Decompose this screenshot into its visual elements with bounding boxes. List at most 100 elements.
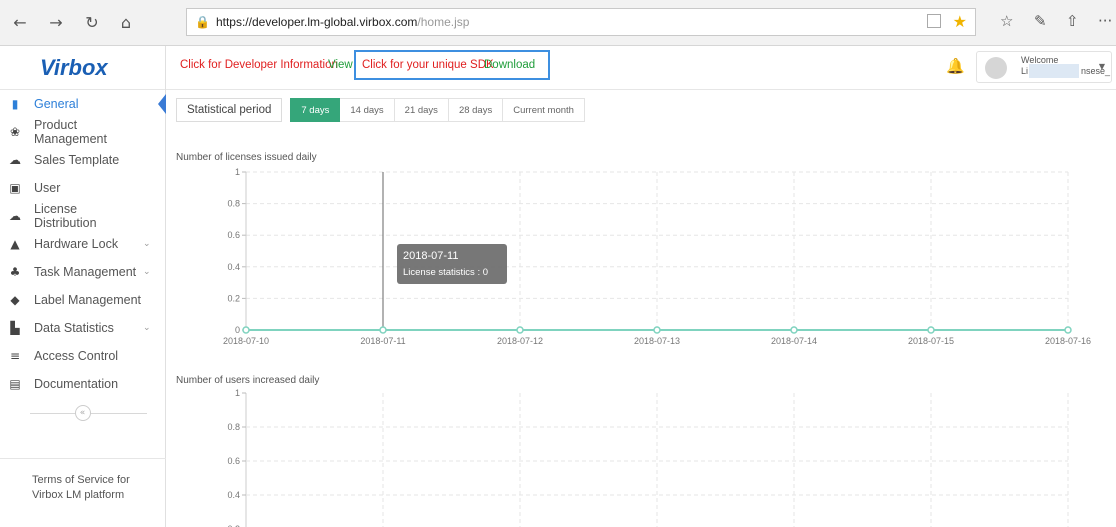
period-filter: Statistical period 7 days 14 days 21 days 2… xyxy=(176,98,585,122)
y-tick-label: 1 xyxy=(235,167,240,177)
tooltip-text: License statistics : 0 xyxy=(403,267,488,278)
sidebar-item-label: Label Management xyxy=(34,293,142,307)
more-icon[interactable]: ··· xyxy=(1098,12,1112,30)
sidebar-item-general[interactable]: ▮ General xyxy=(0,90,166,118)
users-chart: 10.80.60.40.2 xyxy=(227,388,1069,527)
y-tick-label: 0.6 xyxy=(227,230,240,240)
data-point xyxy=(379,326,387,334)
username-suffix: nsese_ xyxy=(1081,66,1111,76)
menu-item-icon: ❀ xyxy=(9,125,21,139)
sidebar-item-user[interactable]: ▣ User xyxy=(0,174,165,202)
sidebar-item-product-management[interactable]: ❀ Product Management xyxy=(0,118,165,146)
data-point xyxy=(790,326,798,334)
chevron-down-icon: ⌄ xyxy=(143,239,151,249)
username-redaction xyxy=(1029,64,1079,78)
menu-item-icon: ♣ xyxy=(9,265,21,279)
chevron-down-icon: ⌄ xyxy=(143,323,151,333)
data-point xyxy=(242,326,250,334)
sdk-link[interactable]: Click for your unique SDK xyxy=(362,59,494,71)
sidebar-item-label: Hardware Lock xyxy=(34,237,119,251)
menu-item-icon: ☁ xyxy=(9,153,21,167)
menu-item-icon: ▙ xyxy=(10,321,20,335)
menu-item-icon: ▲ xyxy=(10,237,20,251)
x-tick-label: 2018-07-15 xyxy=(908,336,954,346)
share-icon[interactable]: ⇧ xyxy=(1066,12,1079,30)
period-option[interactable]: 21 days xyxy=(394,98,449,122)
user-menu[interactable]: Welcome Li nsese_ ▼ xyxy=(976,51,1112,83)
sidebar-item-data-statistics[interactable]: ▙ Data Statistics ⌄ xyxy=(0,314,165,342)
favorites-icon[interactable]: ☆ xyxy=(1000,12,1013,30)
sidebar-item-sales-template[interactable]: ☁ Sales Template xyxy=(0,146,165,174)
lock-icon: 🔒 xyxy=(195,15,210,29)
data-point xyxy=(516,326,524,334)
download-link[interactable]: Download xyxy=(484,59,535,71)
sidebar: Virbox ▮ General ❀ Product Management ☁ Sales… xyxy=(0,46,166,527)
reading-view-icon[interactable] xyxy=(927,14,941,28)
sidebar-item-license-distribution[interactable]: ☁ License Distribution xyxy=(0,202,165,230)
sidebar-item-label: Access Control xyxy=(34,349,119,363)
y-tick-label: 0.8 xyxy=(227,422,240,432)
sidebar-item-label: Sales Template xyxy=(34,153,120,167)
view-link[interactable]: View xyxy=(328,59,353,71)
data-point xyxy=(653,326,661,334)
address-bar[interactable]: 🔒 https://developer.lm-global.virbox.com… xyxy=(186,8,976,36)
chevron-down-icon: ⌄ xyxy=(143,267,151,277)
collapse-icon[interactable]: « xyxy=(74,405,91,421)
period-label: Statistical period xyxy=(176,98,283,122)
sidebar-collapse-row: « xyxy=(0,398,165,428)
menu-item-icon: ▤ xyxy=(9,377,21,391)
back-icon[interactable]: ← xyxy=(8,10,32,34)
notice-bar: Click for Developer Information View Cli… xyxy=(166,46,1116,90)
x-tick-label: 2018-07-10 xyxy=(223,336,269,346)
menu-item-icon: ≡ xyxy=(9,349,21,363)
sidebar-item-label: Task Management xyxy=(34,265,137,279)
tooltip-title: 2018-07-11 xyxy=(403,250,458,262)
developer-info-link[interactable]: Click for Developer Information xyxy=(180,59,338,71)
y-tick-label: 0.2 xyxy=(227,293,240,303)
sidebar-item-label: Data Statistics xyxy=(34,321,114,335)
x-tick-label: 2018-07-13 xyxy=(634,336,680,346)
username-prefix: Li xyxy=(1021,66,1029,76)
sidebar-item-label: Documentation xyxy=(34,377,119,391)
forward-icon[interactable]: → xyxy=(44,10,68,34)
menu-item-icon: ▣ xyxy=(9,181,21,195)
refresh-icon[interactable]: ↻ xyxy=(80,10,104,34)
terms-link[interactable]: Terms of Service for Virbox LM platform xyxy=(0,458,166,503)
data-point xyxy=(927,326,935,334)
logo[interactable]: Virbox xyxy=(0,46,165,90)
sidebar-item-label: User xyxy=(34,181,61,195)
data-point xyxy=(1064,326,1072,334)
pen-icon[interactable]: ✎ xyxy=(1034,12,1047,30)
x-tick-label: 2018-07-16 xyxy=(1045,336,1091,346)
y-tick-label: 0.6 xyxy=(227,456,240,466)
url-domain: https://developer.lm-global.virbox.com xyxy=(215,15,418,29)
period-option[interactable]: Current month xyxy=(503,98,585,122)
y-tick-label: 0.4 xyxy=(227,262,240,272)
y-tick-label: 0.8 xyxy=(227,199,240,209)
sidebar-item-task-management[interactable]: ♣ Task Management ⌄ xyxy=(0,258,165,286)
sidebar-item-label-management[interactable]: ◆ Label Management xyxy=(0,286,165,314)
sidebar-item-access-control[interactable]: ≡ Access Control xyxy=(0,342,165,370)
home-icon[interactable]: ⌂ xyxy=(114,10,138,34)
period-option[interactable]: 7 days xyxy=(290,98,341,122)
menu-item-icon: ▮ xyxy=(11,97,19,111)
url-path: /home.jsp xyxy=(417,15,470,29)
sidebar-item-hardware-lock[interactable]: ▲ Hardware Lock ⌄ xyxy=(0,230,165,258)
browser-toolbar: ← → ↻ ⌂ 🔒 https://developer.lm-global.vi… xyxy=(0,0,1116,46)
menu-item-icon: ☁ xyxy=(9,209,21,223)
avatar xyxy=(985,57,1007,79)
y-tick-label: 0 xyxy=(235,325,240,335)
bell-icon[interactable]: 🔔 xyxy=(946,57,965,75)
period-option[interactable]: 14 days xyxy=(340,98,395,122)
y-tick-label: 0.4 xyxy=(227,490,240,500)
licenses-chart: 0 0.2 0.4 0.6 0.8 1 2018-07-10 2018-07-11 2018-0… xyxy=(223,167,1091,346)
sidebar-item-documentation[interactable]: ▤ Documentation xyxy=(0,370,165,398)
x-tick-label: 2018-07-11 xyxy=(360,336,405,346)
sidebar-menu: ▮ General ❀ Product Management ☁ Sales Templa… xyxy=(0,90,166,398)
menu-item-icon: ◆ xyxy=(10,293,20,307)
period-option[interactable]: 28 days xyxy=(448,98,504,122)
sidebar-item-label: Product Management xyxy=(34,118,107,146)
chevron-down-icon[interactable]: ▼ xyxy=(1099,62,1105,71)
favorite-star-icon[interactable]: ★ xyxy=(953,12,967,31)
x-tick-label: 2018-07-14 xyxy=(771,336,817,346)
